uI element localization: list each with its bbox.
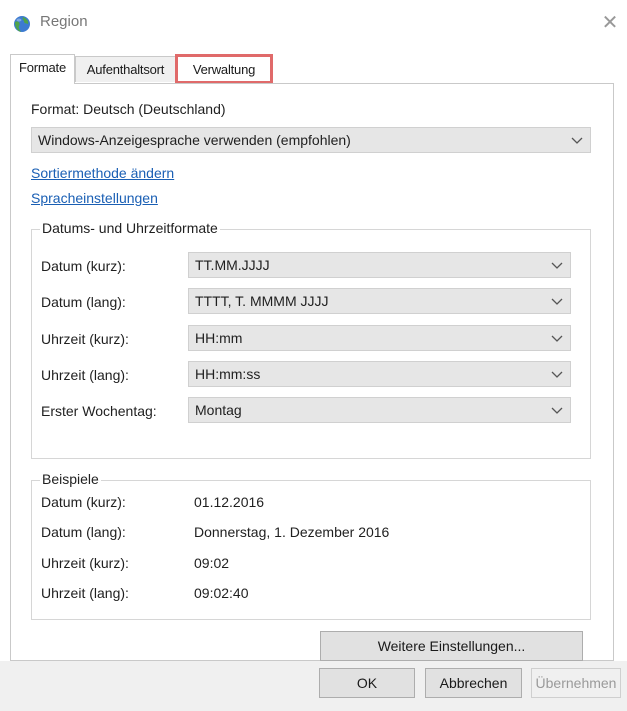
example-short-time-label: Uhrzeit (kurz): bbox=[41, 555, 129, 571]
tab-formate[interactable]: Formate bbox=[10, 54, 75, 84]
example-long-time-label: Uhrzeit (lang): bbox=[41, 585, 129, 601]
short-time-label: Uhrzeit (kurz): bbox=[41, 331, 129, 347]
globe-icon bbox=[14, 16, 30, 32]
short-date-label: Datum (kurz): bbox=[41, 258, 126, 274]
close-button[interactable]: ✕ bbox=[597, 10, 623, 36]
long-date-select[interactable]: TTTT, T. MMMM JJJJ bbox=[188, 288, 571, 314]
short-date-value: TT.MM.JJJJ bbox=[195, 257, 270, 273]
example-short-date-value: 01.12.2016 bbox=[194, 494, 265, 510]
datetime-formats-legend: Datums- und Uhrzeitformate bbox=[40, 220, 220, 236]
chevron-down-icon bbox=[551, 262, 563, 269]
tab-strip: Formate Aufenthaltsort Verwaltung bbox=[10, 54, 620, 84]
tab-label: Formate bbox=[18, 60, 66, 75]
chevron-down-icon bbox=[551, 298, 563, 305]
example-long-date-value: Donnerstag, 1. Dezember 2016 bbox=[194, 524, 390, 540]
format-label: Format: Deutsch (Deutschland) bbox=[31, 101, 226, 117]
examples-group: Beispiele Datum (kurz): 01.12.2016 Datum… bbox=[31, 471, 591, 620]
tab-label: Aufenthaltsort bbox=[86, 62, 165, 77]
example-short-time-value: 09:02 bbox=[194, 555, 230, 571]
chevron-down-icon bbox=[551, 335, 563, 342]
dialog-footer: OK Abbrechen Übernehmen bbox=[0, 661, 627, 711]
formats-panel: Format: Deutsch (Deutschland) Windows-An… bbox=[10, 83, 614, 661]
tab-aufenthaltsort[interactable]: Aufenthaltsort bbox=[75, 56, 176, 82]
title-bar: Region ✕ bbox=[0, 0, 627, 44]
cancel-button[interactable]: Abbrechen bbox=[425, 668, 522, 698]
long-date-value: TTTT, T. MMMM JJJJ bbox=[195, 293, 329, 309]
chevron-down-icon bbox=[551, 371, 563, 378]
tab-verwaltung[interactable]: Verwaltung bbox=[175, 54, 273, 84]
long-time-value: HH:mm:ss bbox=[195, 366, 261, 382]
more-settings-button[interactable]: Weitere Einstellungen... bbox=[320, 631, 583, 661]
region-dialog: Region ✕ Formate Aufenthaltsort Verwaltu… bbox=[0, 0, 627, 711]
language-settings-link[interactable]: Spracheinstellungen bbox=[31, 190, 158, 206]
tab-label: Verwaltung bbox=[192, 62, 256, 77]
first-weekday-select[interactable]: Montag bbox=[188, 397, 571, 423]
long-time-label: Uhrzeit (lang): bbox=[41, 367, 129, 383]
examples-legend: Beispiele bbox=[40, 471, 101, 487]
sort-method-link[interactable]: Sortiermethode ändern bbox=[31, 165, 174, 181]
short-time-select[interactable]: HH:mm bbox=[188, 325, 571, 351]
short-date-select[interactable]: TT.MM.JJJJ bbox=[188, 252, 571, 278]
datetime-formats-group: Datums- und Uhrzeitformate Datum (kurz):… bbox=[31, 220, 591, 459]
first-weekday-value: Montag bbox=[195, 402, 242, 418]
window-title: Region bbox=[40, 13, 88, 30]
example-short-date-label: Datum (kurz): bbox=[41, 494, 126, 510]
first-weekday-label: Erster Wochentag: bbox=[41, 403, 157, 419]
display-language-value: Windows-Anzeigesprache verwenden (empfoh… bbox=[38, 132, 351, 148]
display-language-select[interactable]: Windows-Anzeigesprache verwenden (empfoh… bbox=[31, 127, 591, 153]
long-date-label: Datum (lang): bbox=[41, 294, 126, 310]
chevron-down-icon bbox=[571, 137, 583, 144]
example-long-time-value: 09:02:40 bbox=[194, 585, 249, 601]
example-long-date-label: Datum (lang): bbox=[41, 524, 126, 540]
short-time-value: HH:mm bbox=[195, 330, 243, 346]
ok-button[interactable]: OK bbox=[319, 668, 415, 698]
long-time-select[interactable]: HH:mm:ss bbox=[188, 361, 571, 387]
chevron-down-icon bbox=[551, 407, 563, 414]
close-icon: ✕ bbox=[601, 12, 619, 34]
apply-button[interactable]: Übernehmen bbox=[531, 668, 621, 698]
